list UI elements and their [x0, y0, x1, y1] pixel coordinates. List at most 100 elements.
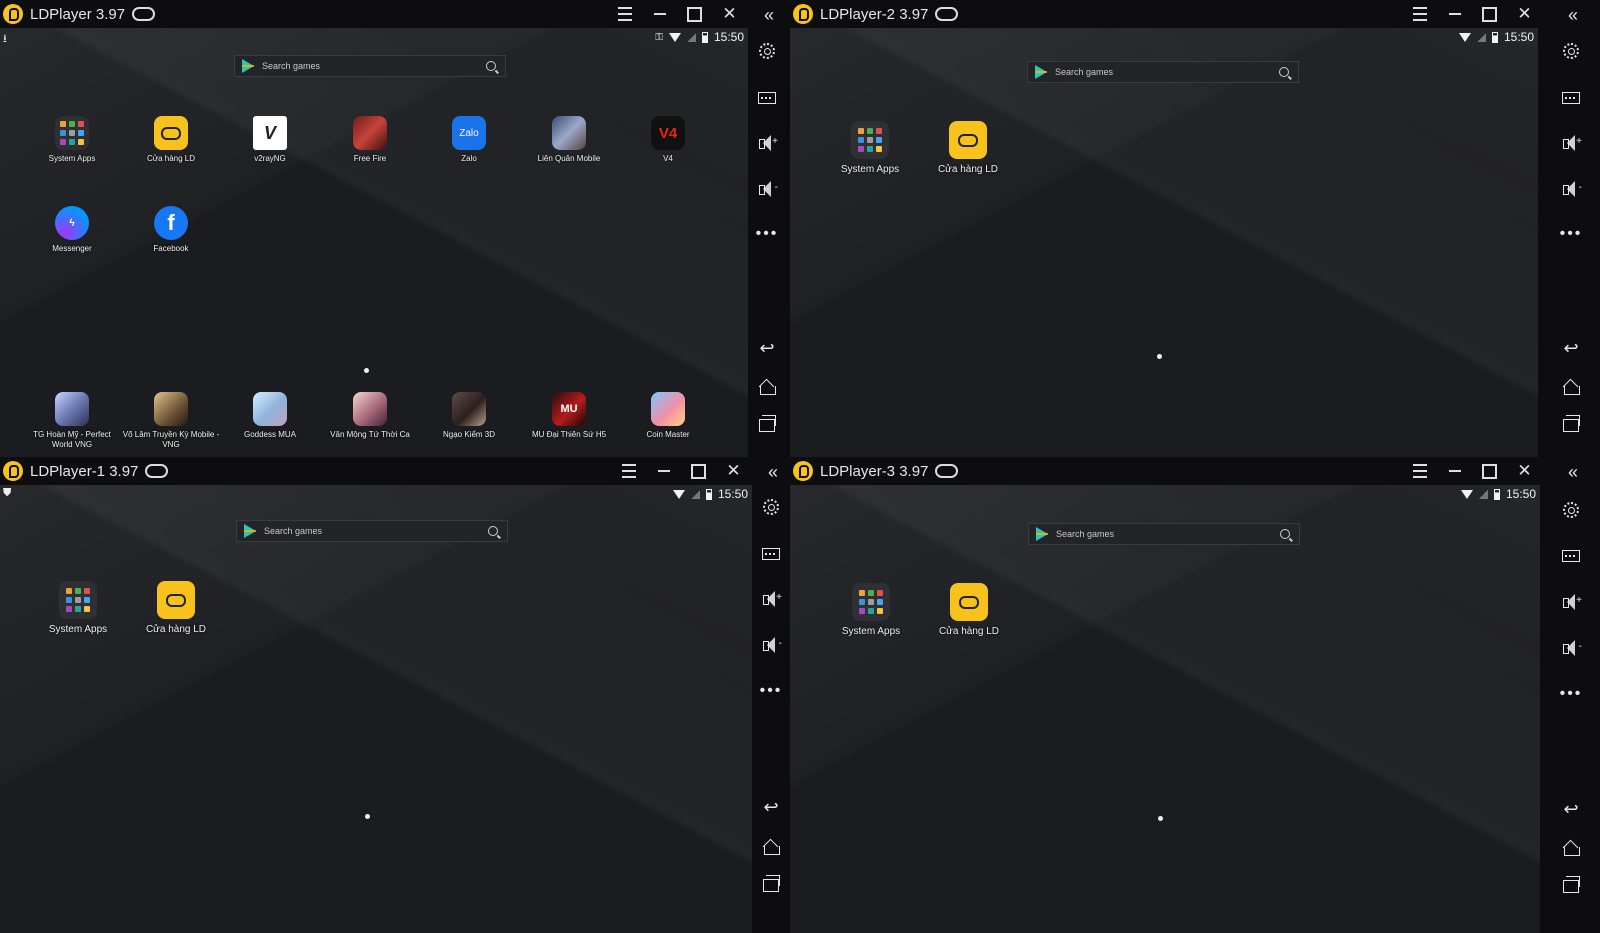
collapse-sidebar-icon[interactable]: « — [748, 0, 786, 30]
app-ld-store[interactable]: Cửa hàng LD — [126, 581, 226, 635]
keyboard-button[interactable] — [1552, 83, 1590, 113]
app-ld-store[interactable]: Cửa hàng LD — [918, 121, 1018, 175]
app-system-apps[interactable]: System Apps — [821, 583, 921, 637]
home-button[interactable] — [748, 372, 786, 402]
search-icon[interactable] — [1280, 529, 1290, 539]
gamepad-icon[interactable] — [935, 7, 959, 21]
volume-down-button[interactable]: - — [1552, 174, 1590, 204]
app-facebook[interactable]: f Facebook — [121, 206, 221, 254]
volume-down-icon: - — [758, 181, 778, 197]
settings-button[interactable] — [1552, 495, 1590, 525]
app-v2rayng[interactable]: V v2rayNG — [220, 116, 320, 164]
settings-button[interactable] — [748, 36, 786, 66]
app-ld-store[interactable]: Cửa hàng LD — [919, 583, 1019, 637]
minimize-button[interactable] — [646, 457, 681, 485]
back-button-icon[interactable]: ↩ — [748, 333, 786, 363]
volume-up-button[interactable]: + — [1552, 128, 1590, 158]
keyboard-button[interactable] — [748, 83, 786, 113]
search-icon[interactable] — [1279, 67, 1289, 77]
search-games-bar[interactable]: Search games — [236, 520, 508, 542]
app-system-apps[interactable]: System Apps — [22, 116, 122, 164]
ld-store-icon — [950, 583, 988, 621]
ld-store-icon — [949, 121, 987, 159]
dock-app-coin-master[interactable]: Coin Master — [618, 392, 718, 440]
search-icon[interactable] — [488, 526, 498, 536]
more-options-icon[interactable]: ••• — [752, 676, 790, 706]
android-home-screen: 15:50 Search games System Apps Cửa hàng … — [790, 485, 1540, 933]
app-system-apps[interactable]: System Apps — [28, 581, 128, 635]
keyboard-button[interactable] — [752, 539, 790, 569]
collapse-sidebar-icon[interactable]: « — [752, 457, 790, 487]
app-ld-store[interactable]: Cửa hàng LD — [121, 116, 221, 164]
gamepad-icon[interactable] — [145, 464, 169, 478]
close-button[interactable]: ✕ — [1507, 457, 1540, 485]
menu-button[interactable] — [1402, 0, 1437, 28]
app-lien-quan-mobile[interactable]: Liên Quân Mobile — [519, 116, 619, 164]
volume-down-button[interactable]: - — [1552, 633, 1590, 663]
home-button[interactable] — [752, 832, 790, 862]
volume-down-button[interactable]: - — [748, 174, 786, 204]
dock-app-goddess-mua[interactable]: Goddess MUA — [220, 392, 320, 440]
play-store-icon — [244, 524, 256, 538]
minimize-button[interactable] — [642, 0, 677, 28]
collapse-sidebar-icon[interactable]: « — [1552, 457, 1590, 487]
app-zalo[interactable]: Zalo Zalo — [419, 116, 519, 164]
maximize-button[interactable] — [681, 457, 716, 485]
search-games-bar[interactable]: Search games — [1028, 523, 1300, 545]
volume-down-button[interactable]: - — [752, 630, 790, 660]
back-button-icon[interactable]: ↩ — [1552, 333, 1590, 363]
more-options-icon[interactable]: ••• — [748, 219, 786, 249]
dock-app-mu[interactable]: MU MU Đại Thiên Sứ H5 — [519, 392, 619, 440]
close-button[interactable]: ✕ — [716, 457, 751, 485]
window-title: LDPlayer-1 3.97 — [30, 462, 139, 480]
gamepad-icon[interactable] — [132, 7, 156, 21]
app-system-apps[interactable]: System Apps — [820, 121, 920, 175]
settings-button[interactable] — [1552, 36, 1590, 66]
v2rayng-icon: V — [253, 116, 287, 150]
menu-button[interactable] — [607, 0, 642, 28]
more-options-icon[interactable]: ••• — [1552, 219, 1590, 249]
home-button[interactable] — [1552, 372, 1590, 402]
search-input[interactable]: Search games — [264, 526, 488, 536]
more-options-icon[interactable]: ••• — [1552, 679, 1590, 709]
dock-app-van-mong[interactable]: Vân Mộng Tứ Thời Ca — [320, 392, 420, 440]
minimize-button[interactable] — [1437, 457, 1472, 485]
app-free-fire[interactable]: Free Fire — [320, 116, 420, 164]
search-icon[interactable] — [486, 61, 496, 71]
home-button[interactable] — [1552, 833, 1590, 863]
dock-app-vo-lam[interactable]: Võ Lâm Truyền Kỳ Mobile - VNG — [121, 392, 221, 450]
volume-up-button[interactable]: + — [748, 128, 786, 158]
recent-apps-button[interactable] — [1552, 410, 1590, 440]
close-button[interactable]: ✕ — [1507, 0, 1538, 28]
back-button-icon[interactable]: ↩ — [1552, 794, 1590, 824]
status-bar: 15:50 — [1460, 487, 1536, 501]
recent-apps-button[interactable] — [1552, 871, 1590, 901]
gamepad-icon[interactable] — [935, 464, 959, 478]
app-label: Cửa hàng LD — [938, 626, 1000, 637]
minimize-button[interactable] — [1437, 0, 1472, 28]
search-input[interactable]: Search games — [1055, 67, 1279, 77]
dock-app-perfect-world[interactable]: TG Hoàn Mỹ - Perfect World VNG — [22, 392, 122, 450]
collapse-sidebar-icon[interactable]: « — [1552, 0, 1590, 30]
recent-apps-button[interactable] — [752, 870, 790, 900]
dock-app-ngao-kiem[interactable]: Ngạo Kiếm 3D — [419, 392, 519, 440]
page-indicator — [364, 368, 369, 373]
volume-up-button[interactable]: + — [752, 584, 790, 614]
search-input[interactable]: Search games — [262, 61, 486, 71]
close-button[interactable]: ✕ — [712, 0, 747, 28]
settings-button[interactable] — [752, 492, 790, 522]
search-games-bar[interactable]: Search games — [1027, 61, 1299, 83]
menu-button[interactable] — [1402, 457, 1437, 485]
app-messenger[interactable]: ϟ Messenger — [22, 206, 122, 254]
maximize-button[interactable] — [1472, 457, 1507, 485]
recent-apps-button[interactable] — [748, 410, 786, 440]
search-input[interactable]: Search games — [1056, 529, 1280, 539]
volume-up-button[interactable]: + — [1552, 587, 1590, 617]
menu-button[interactable] — [611, 457, 646, 485]
search-games-bar[interactable]: Search games — [234, 55, 506, 77]
back-button-icon[interactable]: ↩ — [752, 792, 790, 822]
keyboard-button[interactable] — [1552, 541, 1590, 571]
maximize-button[interactable] — [1472, 0, 1507, 28]
app-v4[interactable]: V4 V4 — [618, 116, 718, 164]
maximize-button[interactable] — [677, 0, 712, 28]
